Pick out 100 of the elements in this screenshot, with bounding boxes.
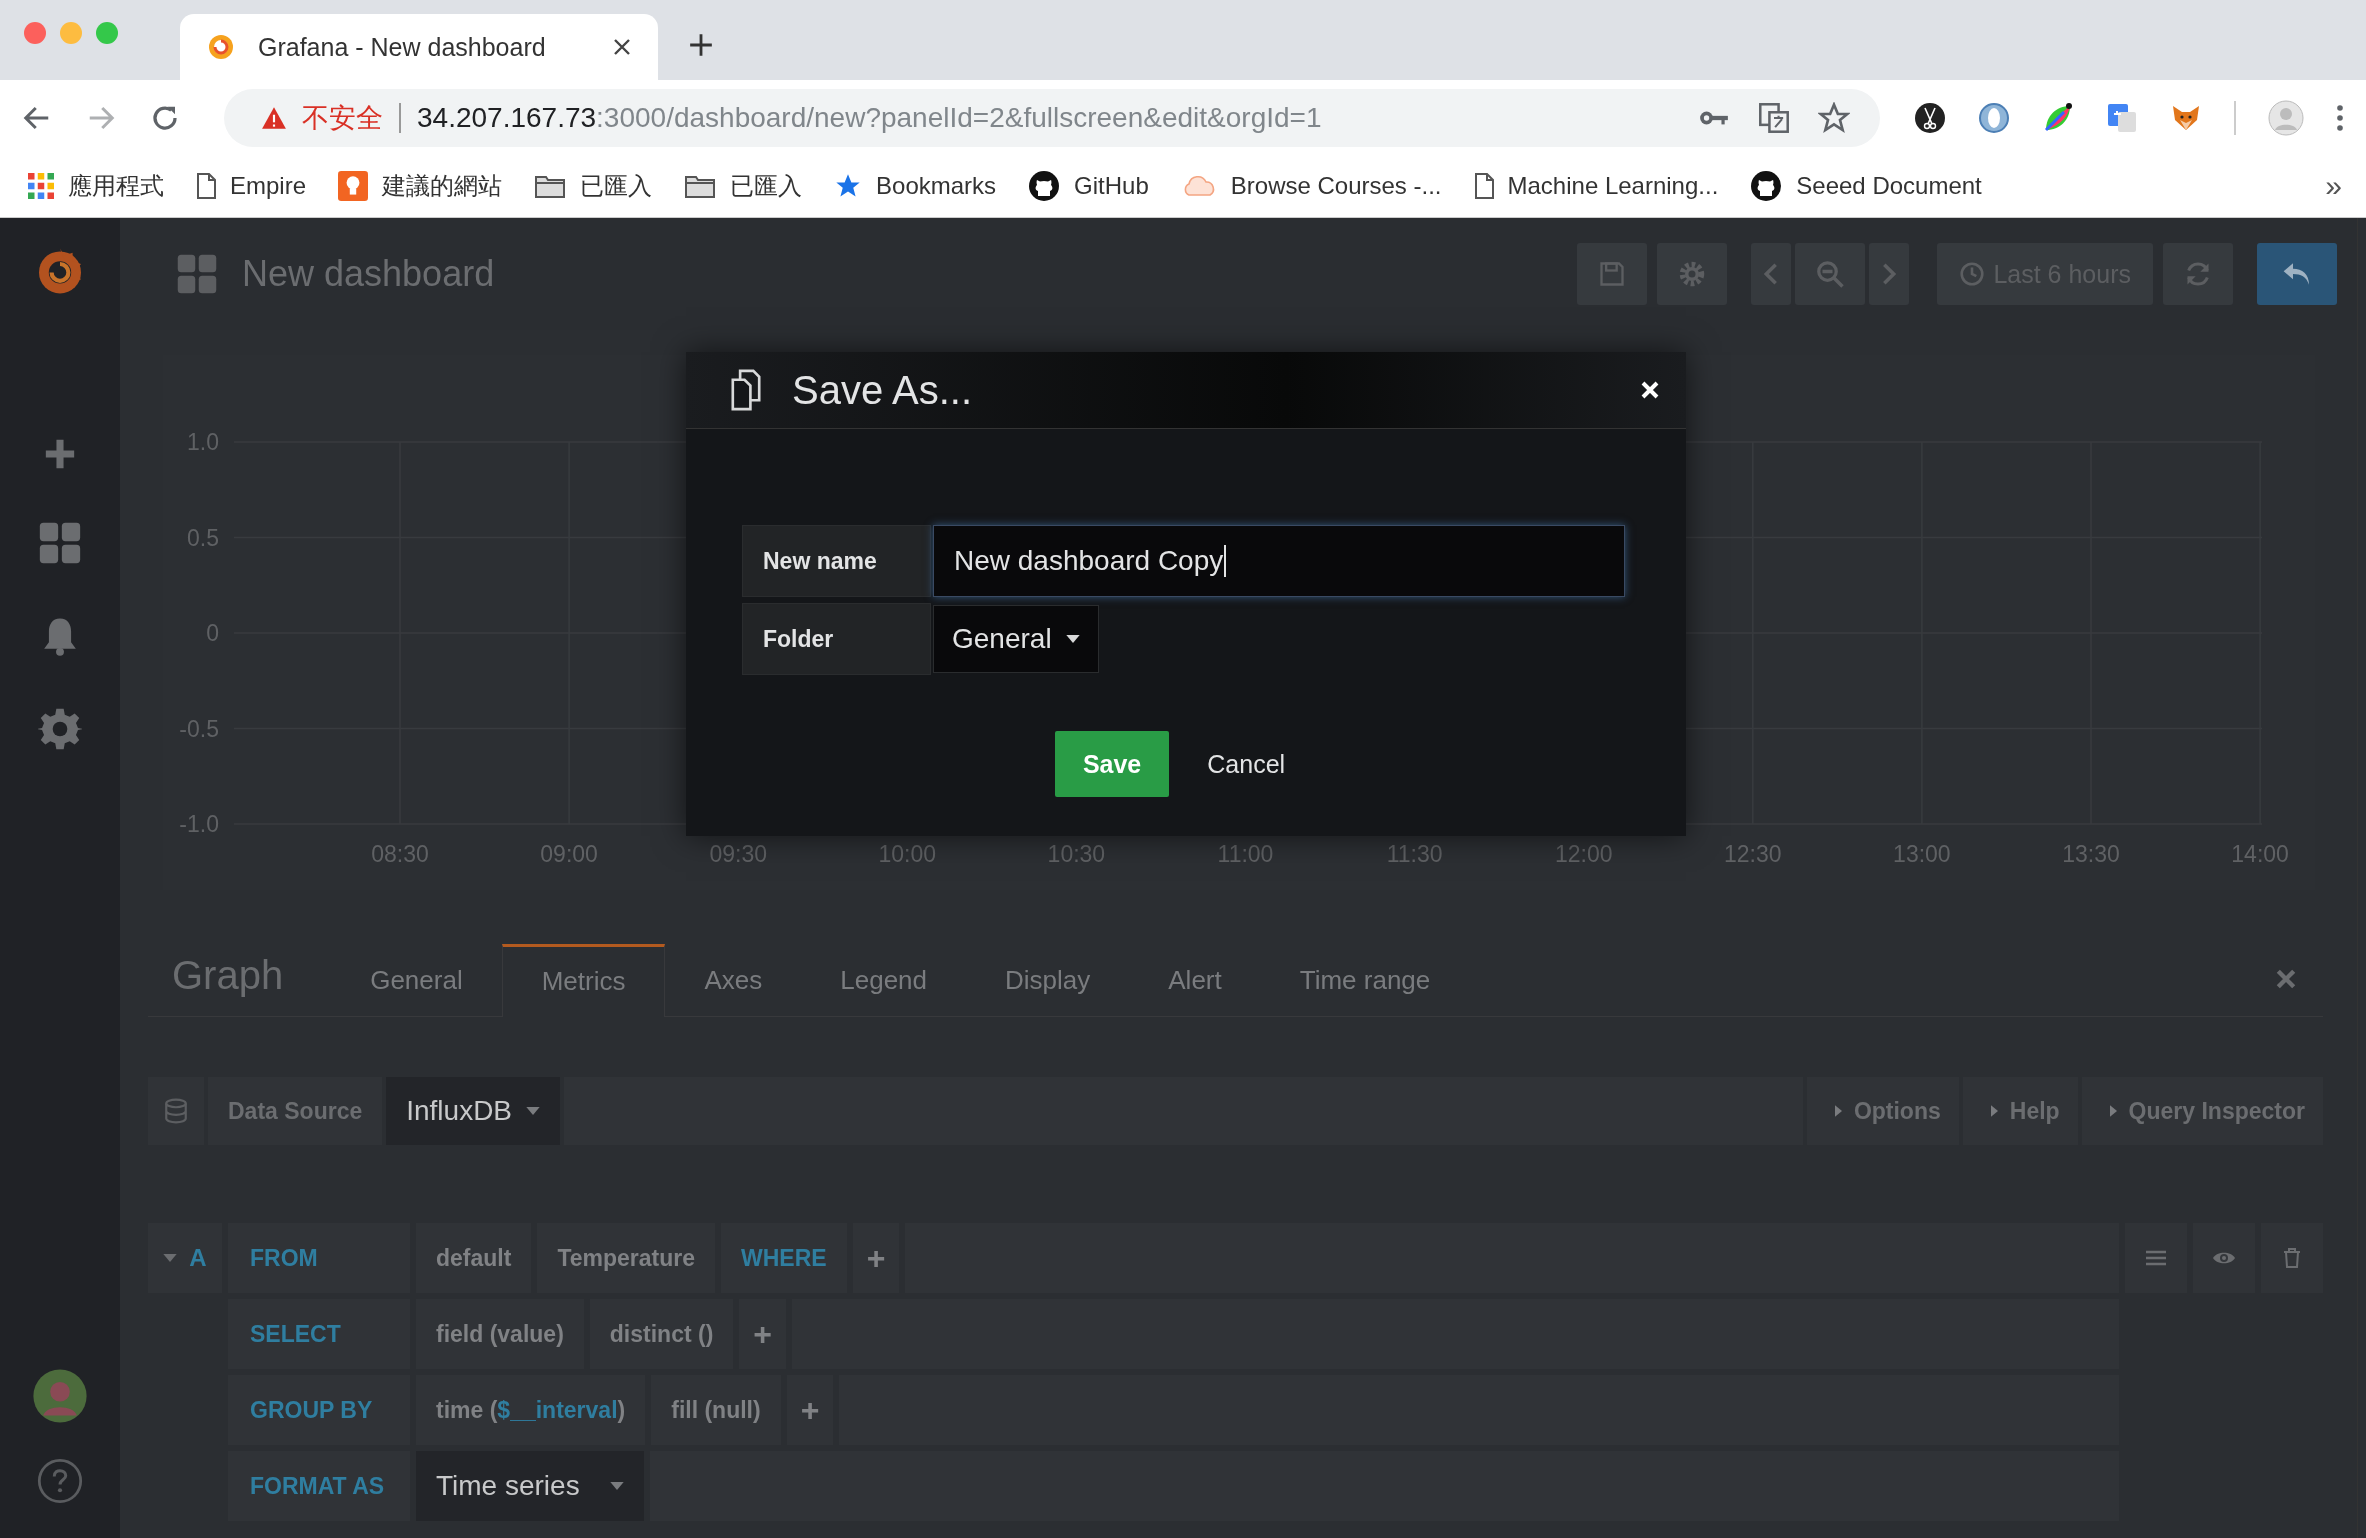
time-forward-button[interactable] [1869,243,1910,305]
page-icon [196,173,216,199]
caret-icon [1065,635,1080,643]
caret-icon [609,1482,624,1490]
query-toggle[interactable]: A [148,1223,222,1293]
where-button[interactable]: WHERE [721,1223,847,1293]
bookmark[interactable]: 已匯入 [684,170,803,202]
refresh-button[interactable] [2163,243,2233,305]
scissors-extension-icon[interactable] [1914,101,1946,134]
editor-tab[interactable]: Metrics [501,944,666,1017]
colorful-leaf-extension-icon[interactable] [2042,101,2074,134]
editor-tab[interactable]: Legend [801,946,967,1016]
query-clause-label: GROUP BY [228,1375,410,1445]
caret-icon [526,1107,541,1115]
menu-icon [2146,1250,2166,1266]
bookmark[interactable]: 已匯入 [534,170,653,202]
more-bookmarks-button[interactable]: » [2325,169,2342,203]
add-button[interactable]: + [852,1223,900,1293]
apps-grid-icon [28,173,54,199]
toggle-button[interactable]: Help [1962,1077,2078,1145]
folder-dropdown[interactable]: General [933,605,1099,673]
caret-icon [163,1254,178,1262]
new-tab-icon[interactable] [688,32,714,58]
format-dropdown[interactable]: Time series [416,1451,644,1521]
translate-extension-icon[interactable] [2106,101,2138,134]
grafana-logo-icon [206,32,236,62]
bookmark[interactable]: GitHub [1028,170,1149,202]
profile-avatar-icon[interactable] [2268,99,2304,136]
name-input[interactable]: New dashboard Copy [933,525,1625,597]
delete-button[interactable] [2261,1223,2323,1293]
menu-button[interactable] [2125,1223,2187,1293]
dialog-title: Save As... [792,367,973,413]
toggle-button[interactable]: Query Inspector [2081,1077,2323,1145]
save-dashboard-button[interactable] [1577,243,1648,305]
clock-icon [1959,261,1986,287]
dashboard-title[interactable]: New dashboard [242,253,495,295]
plus-icon[interactable] [43,437,77,471]
help-icon[interactable] [37,1458,83,1504]
dashboards-grid-icon[interactable] [176,253,218,295]
save-icon [1598,260,1627,288]
query-segment[interactable]: time ($__interval) [416,1375,646,1445]
maximize-window-icon[interactable] [96,22,118,44]
dashboards-grid-icon[interactable] [38,521,82,565]
bookmark[interactable]: Browse Courses -... [1180,172,1442,200]
back-to-dashboard-button[interactable] [2257,243,2337,305]
editor-tab[interactable]: Axes [665,946,802,1016]
lightbulb-icon [338,171,369,201]
caret-icon [2109,1105,2117,1117]
zoom-out-icon [1815,259,1846,289]
bookmark[interactable]: 建議的網站 [338,170,503,202]
editor-tab[interactable]: General [331,946,502,1016]
github-icon [1750,170,1783,202]
editor-tab[interactable]: Alert [1129,946,1261,1016]
query-segment[interactable]: distinct () [589,1299,734,1369]
zoom-out-button[interactable] [1795,243,1866,305]
settings-icon [1678,260,1707,288]
bookmark[interactable]: 應用程式 [28,170,164,202]
more-menu-icon[interactable] [2336,103,2344,132]
eye-button[interactable] [2193,1223,2255,1293]
cancel-button[interactable]: Cancel [1199,731,1294,797]
close-window-icon[interactable] [24,22,46,44]
translate-icon[interactable] [1758,101,1790,134]
query-clause-label: SELECT [228,1299,410,1369]
refresh-icon [2184,260,2212,288]
bookmark[interactable]: Machine Learning... [1473,172,1719,200]
editor-tab[interactable]: Time range [1260,946,1470,1016]
time-back-button[interactable] [1751,243,1792,305]
address-bar[interactable]: 不安全 34.207.167.73:3000/dashboard/new?panelId=2&fullscreen&edit&orgId=1 [224,88,1880,147]
settings-icon[interactable] [38,707,82,751]
security-label: 不安全 [302,101,383,135]
query-segment[interactable]: fill (null) [651,1375,781,1445]
settings-button[interactable] [1657,243,1728,305]
bookmark[interactable]: Bookmarks [834,172,997,200]
database-icon [163,1098,189,1124]
query-clause-label: FORMAT AS [228,1451,410,1521]
editor-tab[interactable]: Display [966,946,1130,1016]
query-segment[interactable]: field (value) [416,1299,584,1369]
data-source-dropdown[interactable]: InfluxDB [386,1077,561,1145]
browser-tab[interactable]: Grafana - New dashboard [180,14,658,80]
bookmark[interactable]: Seeed Document [1750,170,1982,202]
field-label: Folder [742,603,931,675]
eye-icon [2212,1250,2236,1266]
add-button[interactable]: + [786,1375,834,1445]
page-icon [1473,173,1494,199]
caret-icon [1834,1105,1842,1117]
bookmark[interactable]: Empire [196,172,307,200]
trash-icon [2283,1248,2301,1268]
ring-extension-icon[interactable] [1978,101,2010,134]
query-segment[interactable]: Temperature [537,1223,715,1293]
query-clause-label: FROM [228,1223,410,1293]
user-avatar-icon[interactable] [32,1368,88,1424]
close-tab-icon[interactable] [612,37,632,57]
url-text: 34.207.167.73:3000/dashboard/new?panelId=2&fullscreen&edit&orgId=1 [417,101,1322,134]
query-segment[interactable]: default [416,1223,532,1293]
editor-title: Graph [171,953,285,999]
toggle-button[interactable]: Options [1806,1077,1959,1145]
save-button[interactable]: Save [1054,731,1170,797]
field-label: New name [742,525,931,597]
add-button[interactable]: + [739,1299,786,1369]
star-icon[interactable] [1818,101,1850,134]
